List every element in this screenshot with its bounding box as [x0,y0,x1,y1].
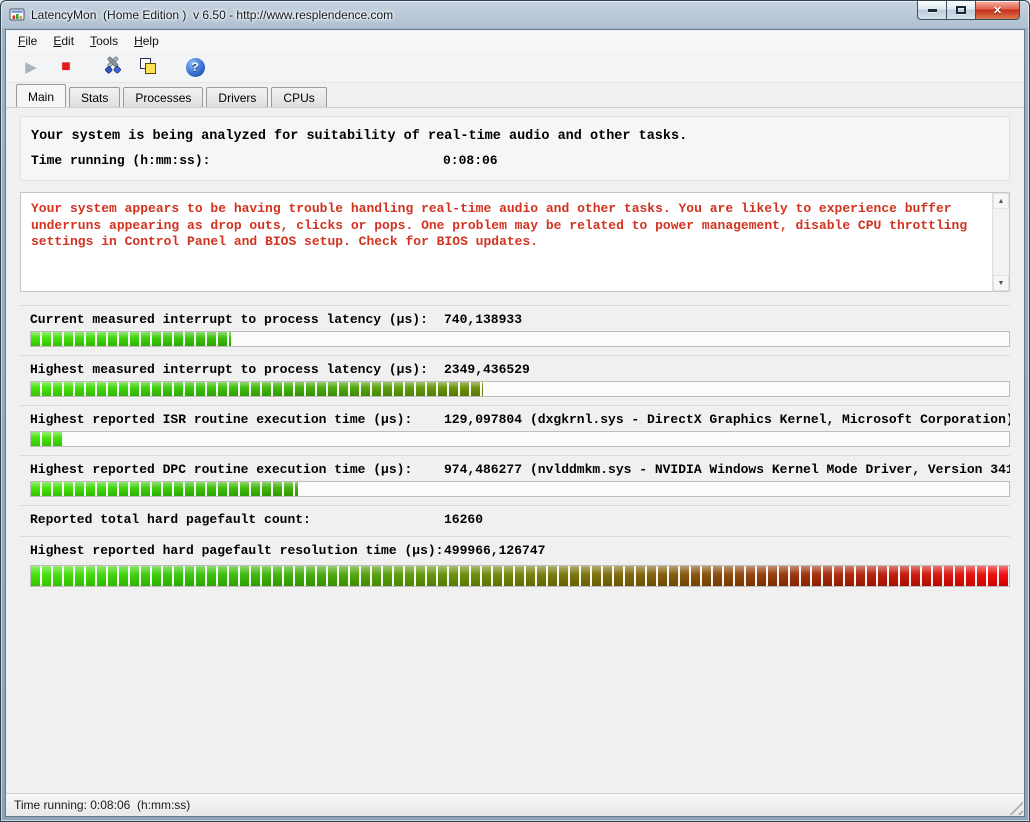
menu-help[interactable]: Help [126,31,167,51]
analysis-panel: Your system is being analyzed for suitab… [20,116,1010,181]
metric-driver-info: (dxgkrnl.sys - DirectX Graphics Kernel, … [530,412,1010,427]
metric-pagefault-count: Reported total hard pagefault count: 162… [20,505,1010,536]
metric-label: Highest reported ISR routine execution t… [30,412,413,427]
metric-value: 974,486277 [444,462,523,477]
options-button[interactable] [100,54,126,80]
minimize-button[interactable] [917,1,946,20]
latency-bar [30,565,1010,587]
tools-icon [103,55,123,80]
metric-value: 2349,436529 [444,362,530,377]
metric-current-latency: Current measured interrupt to process la… [20,305,1010,355]
copy-report-button[interactable] [135,54,161,80]
metric-label: Highest reported DPC routine execution t… [30,462,413,477]
status-text: Time running: 0:08:06 (h:mm:ss) [14,798,191,812]
window-title: LatencyMon (Home Edition ) v 6.50 - http… [31,8,394,22]
metric-label: Reported total hard pagefault count: [30,512,311,527]
tab-processes[interactable]: Processes [123,87,204,107]
metric-value: 499966,126747 [444,543,546,558]
metric-driver-info: (nvlddmkm.sys - NVIDIA Windows Kernel Mo… [530,462,1010,477]
copy-icon [138,57,158,77]
metric-value: 740,138933 [444,312,523,327]
toolbar-separator [170,67,182,68]
close-icon: ✕ [992,4,1003,17]
app-window: LatencyMon (Home Edition ) v 6.50 - http… [0,0,1030,822]
latency-bar [30,481,1010,497]
start-monitor-button[interactable]: ▶ [18,54,44,80]
metrics-list: Current measured interrupt to process la… [20,305,1010,595]
warning-text: Your system appears to be having trouble… [31,201,968,249]
minimize-icon [927,8,937,12]
bar-gradient [31,566,1009,586]
time-running-label: Time running (h:mm:ss): [31,153,211,168]
app-icon [9,7,25,23]
play-icon: ▶ [25,58,37,76]
bar-unfilled [230,332,1009,346]
bar-unfilled [482,382,1009,396]
latency-bar [30,381,1010,397]
tab-cpus[interactable]: CPUs [271,87,327,107]
stop-monitor-button[interactable]: ■ [53,54,79,80]
resize-grip[interactable] [1009,801,1023,815]
metric-value: 16260 [444,512,484,527]
help-button[interactable]: ? [182,54,208,80]
maximize-button[interactable] [946,1,975,20]
scroll-down-icon[interactable]: ▼ [993,275,1009,291]
bar-unfilled [298,482,1009,496]
window-controls: ✕ [917,1,1020,20]
maximize-icon [956,6,966,14]
client-area: File Edit Tools Help ▶ ■ ? Main Stats Pr… [5,29,1025,817]
latency-bar [30,331,1010,347]
metric-isr-time: Highest reported ISR routine execution t… [20,405,1010,455]
stop-icon: ■ [61,58,71,75]
analysis-headline: Your system is being analyzed for suitab… [31,129,688,144]
metric-dpc-time: Highest reported DPC routine execution t… [20,455,1010,505]
tab-drivers[interactable]: Drivers [206,87,269,107]
menu-edit[interactable]: Edit [45,31,82,51]
scroll-up-icon[interactable]: ▲ [993,193,1009,209]
tab-main[interactable]: Main [16,84,67,107]
tab-bar: Main Stats Processes Drivers CPUs [6,83,1024,107]
help-icon: ? [185,57,205,77]
close-button[interactable]: ✕ [975,1,1020,20]
metric-highest-latency: Highest measured interrupt to process la… [20,355,1010,405]
toolbar: ▶ ■ ? [6,52,1024,83]
metric-pagefault-resolution: Highest reported hard pagefault resoluti… [20,536,1010,595]
menu-file[interactable]: File [10,31,45,51]
status-bar: Time running: 0:08:06 (h:mm:ss) [6,793,1024,816]
metric-label: Highest measured interrupt to process la… [30,362,428,377]
bar-unfilled [64,432,1009,446]
main-page: Your system is being analyzed for suitab… [6,107,1024,793]
time-running-value: 0:08:06 [443,153,498,168]
warning-panel: Your system appears to be having trouble… [20,192,1010,292]
warning-scrollbar[interactable]: ▲ ▼ [992,193,1009,291]
latency-bar [30,431,1010,447]
metric-label: Current measured interrupt to process la… [30,312,428,327]
metric-label: Highest reported hard pagefault resoluti… [30,543,444,558]
tab-stats[interactable]: Stats [69,87,121,107]
menu-tools[interactable]: Tools [82,31,126,51]
menu-bar: File Edit Tools Help [6,30,1024,52]
metric-value: 129,097804 [444,412,523,427]
toolbar-separator [88,67,100,68]
title-bar[interactable]: LatencyMon (Home Edition ) v 6.50 - http… [1,1,1029,29]
